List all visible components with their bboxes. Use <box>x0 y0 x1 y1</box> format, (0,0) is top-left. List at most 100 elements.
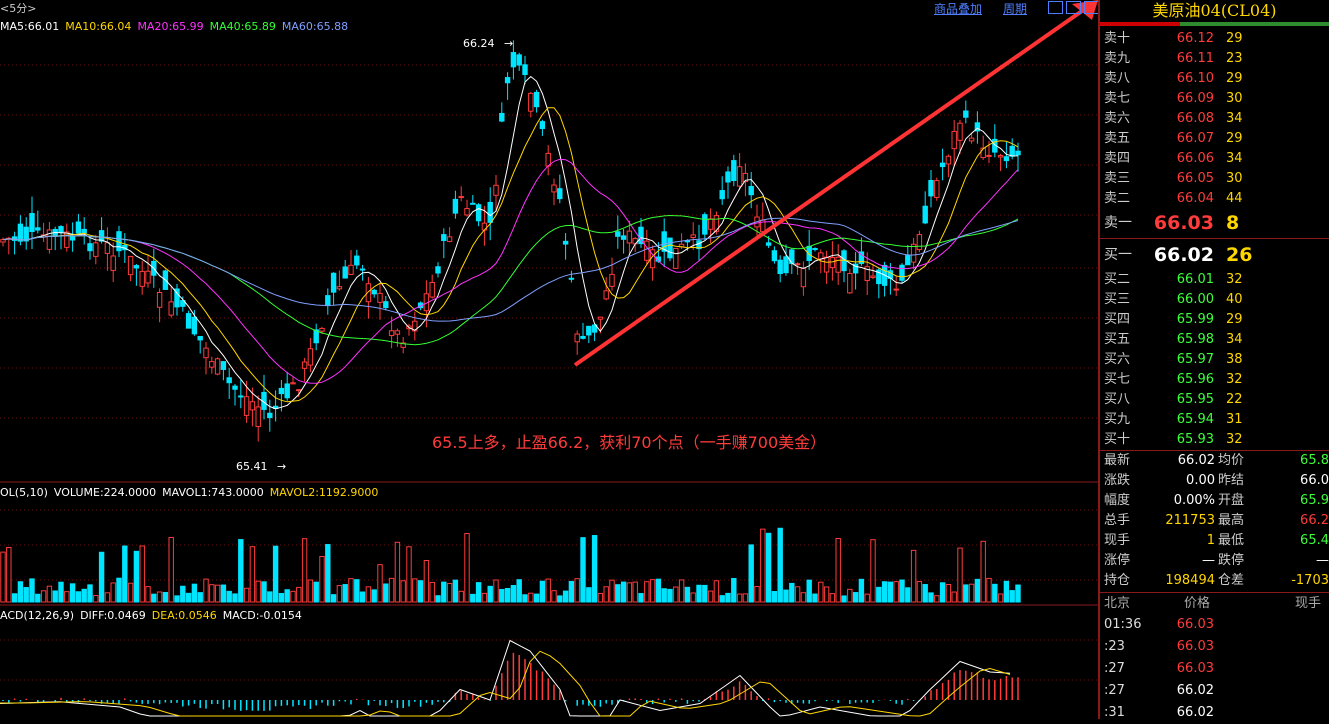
candle-body <box>574 333 580 343</box>
level-price: 65.94 <box>1176 412 1214 427</box>
candle-body <box>493 184 499 196</box>
candle-body <box>690 234 696 238</box>
candle-body <box>139 270 145 287</box>
order-book-row[interactable]: 卖八 66.10 29 <box>1100 69 1329 89</box>
volume-bar <box>852 592 859 603</box>
candle-body <box>197 335 203 341</box>
volume-bar <box>64 591 70 603</box>
candle-body <box>707 218 714 230</box>
volume-bar <box>249 546 256 603</box>
candle-body <box>93 242 99 257</box>
volume-bar <box>678 579 685 603</box>
candle-body <box>626 230 633 244</box>
volume-bar <box>17 581 24 603</box>
tick-price: 66.03 <box>1176 661 1214 676</box>
level-label: 买九 <box>1104 412 1131 427</box>
volume-bar <box>928 592 934 603</box>
volume-bar <box>0 551 6 603</box>
volume-bar <box>69 583 76 603</box>
macd-dea-line <box>0 650 1011 717</box>
volume-bar <box>812 593 818 603</box>
order-book-row[interactable]: 卖七 66.09 30 <box>1100 89 1329 109</box>
volume-bar <box>93 595 99 603</box>
stat-label: 最新 <box>1104 453 1131 468</box>
candle-body <box>835 256 841 273</box>
level-volume: 31 <box>1226 412 1243 427</box>
volume-bar <box>806 579 812 603</box>
volume-bar <box>916 581 923 603</box>
ratio-bar-red <box>1100 22 1180 26</box>
level-volume: 30 <box>1226 171 1243 186</box>
order-book-row[interactable]: 卖九 66.11 23 <box>1100 49 1329 69</box>
order-book-row[interactable]: 卖六 66.08 34 <box>1100 109 1329 129</box>
candle-body <box>284 383 290 399</box>
volume-bar <box>261 581 267 603</box>
volume-bar <box>162 591 169 603</box>
tick-row[interactable]: 01:36 66.03 <box>1100 614 1329 636</box>
order-book-row[interactable]: 买十 65.93 32 <box>1100 430 1329 450</box>
overlay-link[interactable]: 商品叠加 <box>934 0 982 17</box>
legend-item: MA5:66.01 <box>0 20 60 33</box>
order-book-row[interactable]: 卖三 66.05 30 <box>1100 169 1329 189</box>
volume-bar <box>719 595 725 603</box>
volume-bar <box>974 578 981 603</box>
level-volume: 29 <box>1226 312 1243 327</box>
volume-bar <box>75 591 82 603</box>
tick-row[interactable]: :27 66.03 <box>1100 658 1329 680</box>
legend-item: MACD:-0.0154 <box>222 609 302 622</box>
volume-bar <box>6 546 12 603</box>
volume-bar <box>731 577 737 603</box>
candle-body <box>377 292 383 303</box>
volume-bar <box>284 589 290 603</box>
period-link[interactable]: 周期 <box>1003 0 1027 17</box>
tick-row[interactable]: :31 66.02 <box>1100 702 1329 724</box>
order-book-row[interactable]: 卖四 66.06 34 <box>1100 149 1329 169</box>
maximize-icon[interactable] <box>1084 1 1099 14</box>
order-book-row[interactable]: 买二 66.01 32 <box>1100 270 1329 290</box>
order-book-row[interactable]: 买四 65.99 29 <box>1100 310 1329 330</box>
level-label: 卖二 <box>1104 191 1131 206</box>
macd-diff-line <box>0 639 1011 717</box>
candle-body <box>736 166 743 187</box>
order-book-row[interactable]: 卖一 66.03 8 <box>1100 213 1329 233</box>
candle-body <box>702 214 708 235</box>
candle-body <box>232 385 238 390</box>
order-book-row[interactable]: 买一 66.02 26 <box>1100 245 1329 265</box>
zoom-icon[interactable] <box>1066 1 1081 14</box>
candle-body <box>307 348 314 366</box>
order-book-row[interactable]: 买六 65.97 38 <box>1100 350 1329 370</box>
volume-bar <box>597 592 604 603</box>
candle-body <box>104 242 111 254</box>
volume-bar <box>330 594 337 603</box>
order-book-row[interactable]: 买九 65.94 31 <box>1100 410 1329 430</box>
level-price: 66.00 <box>1176 292 1214 307</box>
tick-time: :23 <box>1104 639 1125 654</box>
level-price: 66.09 <box>1176 91 1214 106</box>
stat-value: 198494 <box>1165 573 1215 588</box>
candle-body <box>336 286 343 290</box>
volume-bar <box>325 544 331 603</box>
order-book-row[interactable]: 买三 66.00 40 <box>1100 290 1329 310</box>
volume-bar <box>133 550 140 603</box>
kline-chart-area[interactable]: <5分> MA5:66.01 MA10:66.04 MA20:65.99 MA40:6… <box>0 0 1099 719</box>
order-book-row[interactable]: 买五 65.98 34 <box>1100 330 1329 350</box>
restore-icon[interactable] <box>1048 1 1063 14</box>
order-book-row[interactable]: 买八 65.95 22 <box>1100 390 1329 410</box>
volume-bar <box>835 538 841 603</box>
stat-label: 现手 <box>1104 533 1131 548</box>
order-book-row[interactable]: 卖十 66.12 29 <box>1100 29 1329 49</box>
stat-label: 开盘 <box>1218 493 1245 508</box>
volume-bar <box>319 556 325 603</box>
volume-bar <box>545 578 551 603</box>
volume-bar <box>870 539 876 603</box>
tick-row[interactable]: :23 66.03 <box>1100 636 1329 658</box>
order-book-row[interactable]: 卖二 66.04 44 <box>1100 189 1329 209</box>
volume-bar <box>528 592 534 603</box>
order-book-row[interactable]: 买七 65.96 32 <box>1100 370 1329 390</box>
volume-bar <box>52 590 58 603</box>
candle-body <box>580 335 586 339</box>
volume-bar <box>412 578 418 603</box>
volume-bar <box>655 578 662 603</box>
order-book-row[interactable]: 卖五 66.07 29 <box>1100 129 1329 149</box>
tick-row[interactable]: :27 66.02 <box>1100 680 1329 702</box>
